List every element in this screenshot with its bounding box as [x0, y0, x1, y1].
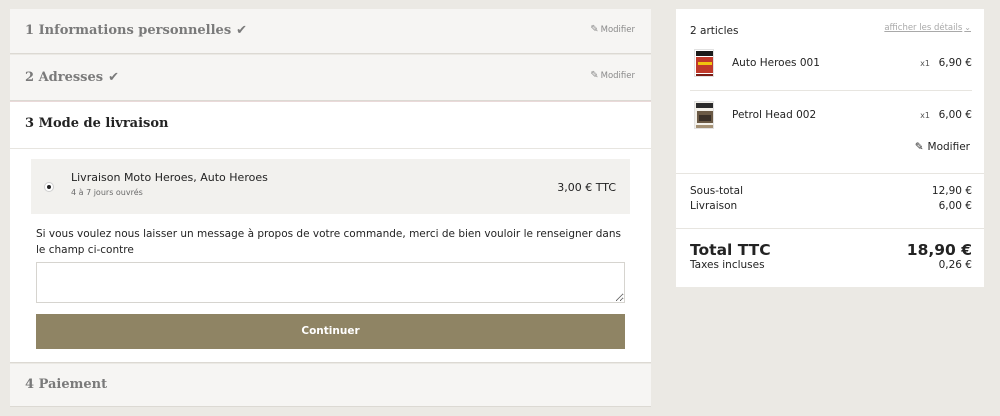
step-title-text: 2 Adresses	[25, 70, 104, 85]
pencil-icon: ✎	[590, 24, 599, 35]
product-name: Auto Heroes 001	[732, 57, 820, 69]
divider	[690, 90, 972, 91]
carrier-name: Livraison Moto Heroes, Auto Heroes	[71, 171, 268, 184]
product-quantity: x1	[920, 111, 930, 120]
total-value: 18,90 €	[906, 241, 972, 259]
step-title[interactable]: 1 Informations personnelles ✔	[25, 23, 247, 38]
step-title: 4 Paiement	[25, 377, 108, 392]
carrier-price: 3,00 € TTC	[557, 181, 616, 194]
cart-summary: 2 articles afficher les détails ⌄ Auto He…	[676, 9, 984, 287]
step-title[interactable]: 2 Adresses ✔	[25, 70, 119, 85]
divider	[10, 148, 651, 149]
edit-cart-button[interactable]: ✎ Modifier	[915, 141, 970, 153]
subtotal-value: 12,90 €	[931, 185, 972, 197]
divider	[676, 228, 984, 229]
product-thumbnail	[694, 101, 714, 129]
delivery-radio[interactable]	[44, 182, 54, 192]
step-title-text: 1 Informations personnelles	[25, 23, 232, 38]
tax-label: Taxes incluses	[690, 259, 765, 271]
step-addresses[interactable]: 2 Adresses ✔ ✎ Modifier	[10, 55, 651, 101]
edit-label: Modifier	[600, 71, 635, 81]
order-message-label: Si vous voulez nous laisser un message à…	[36, 228, 621, 256]
subtotal-label: Sous-total	[690, 185, 744, 197]
cart-items-count: 2 articles	[690, 25, 739, 37]
delivery-option[interactable]: Livraison Moto Heroes, Auto Heroes 4 à 7…	[31, 159, 630, 214]
shipping-line: Livraison 6,00 €	[690, 200, 972, 212]
shipping-value: 6,00 €	[938, 200, 972, 212]
cart-product: Petrol Head 002 x1 6,00 €	[690, 101, 972, 131]
magazine-cover-icon	[695, 102, 713, 128]
step-delivery: 3 Mode de livraison Livraison Moto Heroe…	[10, 101, 651, 363]
pencil-icon: ✎	[590, 70, 599, 81]
divider	[676, 173, 984, 174]
product-name: Petrol Head 002	[732, 109, 817, 121]
shipping-label: Livraison	[690, 200, 738, 212]
product-price: 6,00 €	[938, 109, 972, 121]
cart-product: Auto Heroes 001 x1 6,90 €	[690, 49, 972, 79]
checkout-steps: 1 Informations personnelles ✔ ✎ Modifier 2…	[10, 9, 651, 407]
check-icon: ✔	[108, 70, 120, 85]
edit-cart-label: Modifier	[927, 141, 970, 153]
order-message-input[interactable]	[36, 262, 625, 303]
subtotal-line: Sous-total 12,90 €	[690, 185, 972, 197]
continue-button[interactable]: Continuer	[36, 314, 625, 349]
step-payment: 4 Paiement	[10, 364, 651, 407]
chevron-down-icon: ⌄	[964, 23, 971, 32]
show-details-label: afficher les détails	[884, 23, 963, 33]
show-details-link[interactable]: afficher les détails ⌄	[884, 23, 971, 33]
step-title: 3 Mode de livraison	[25, 116, 169, 131]
total-line: Total TTC 18,90 €	[690, 241, 972, 259]
carrier-delay: 4 à 7 jours ouvrés	[71, 188, 143, 197]
pencil-icon: ✎	[914, 141, 924, 153]
product-price: 6,90 €	[938, 57, 972, 69]
tax-value: 0,26 €	[938, 259, 972, 271]
check-icon: ✔	[236, 23, 248, 38]
edit-addresses-button[interactable]: ✎ Modifier	[590, 70, 635, 81]
magazine-cover-icon	[695, 50, 713, 76]
edit-personal-info-button[interactable]: ✎ Modifier	[590, 24, 635, 35]
edit-label: Modifier	[600, 25, 635, 35]
total-label: Total TTC	[690, 241, 771, 259]
tax-line: Taxes incluses 0,26 €	[690, 259, 972, 271]
product-quantity: x1	[920, 59, 930, 68]
product-thumbnail	[694, 49, 714, 77]
step-personal-info[interactable]: 1 Informations personnelles ✔ ✎ Modifier	[10, 9, 651, 54]
radio-dot	[47, 185, 51, 189]
